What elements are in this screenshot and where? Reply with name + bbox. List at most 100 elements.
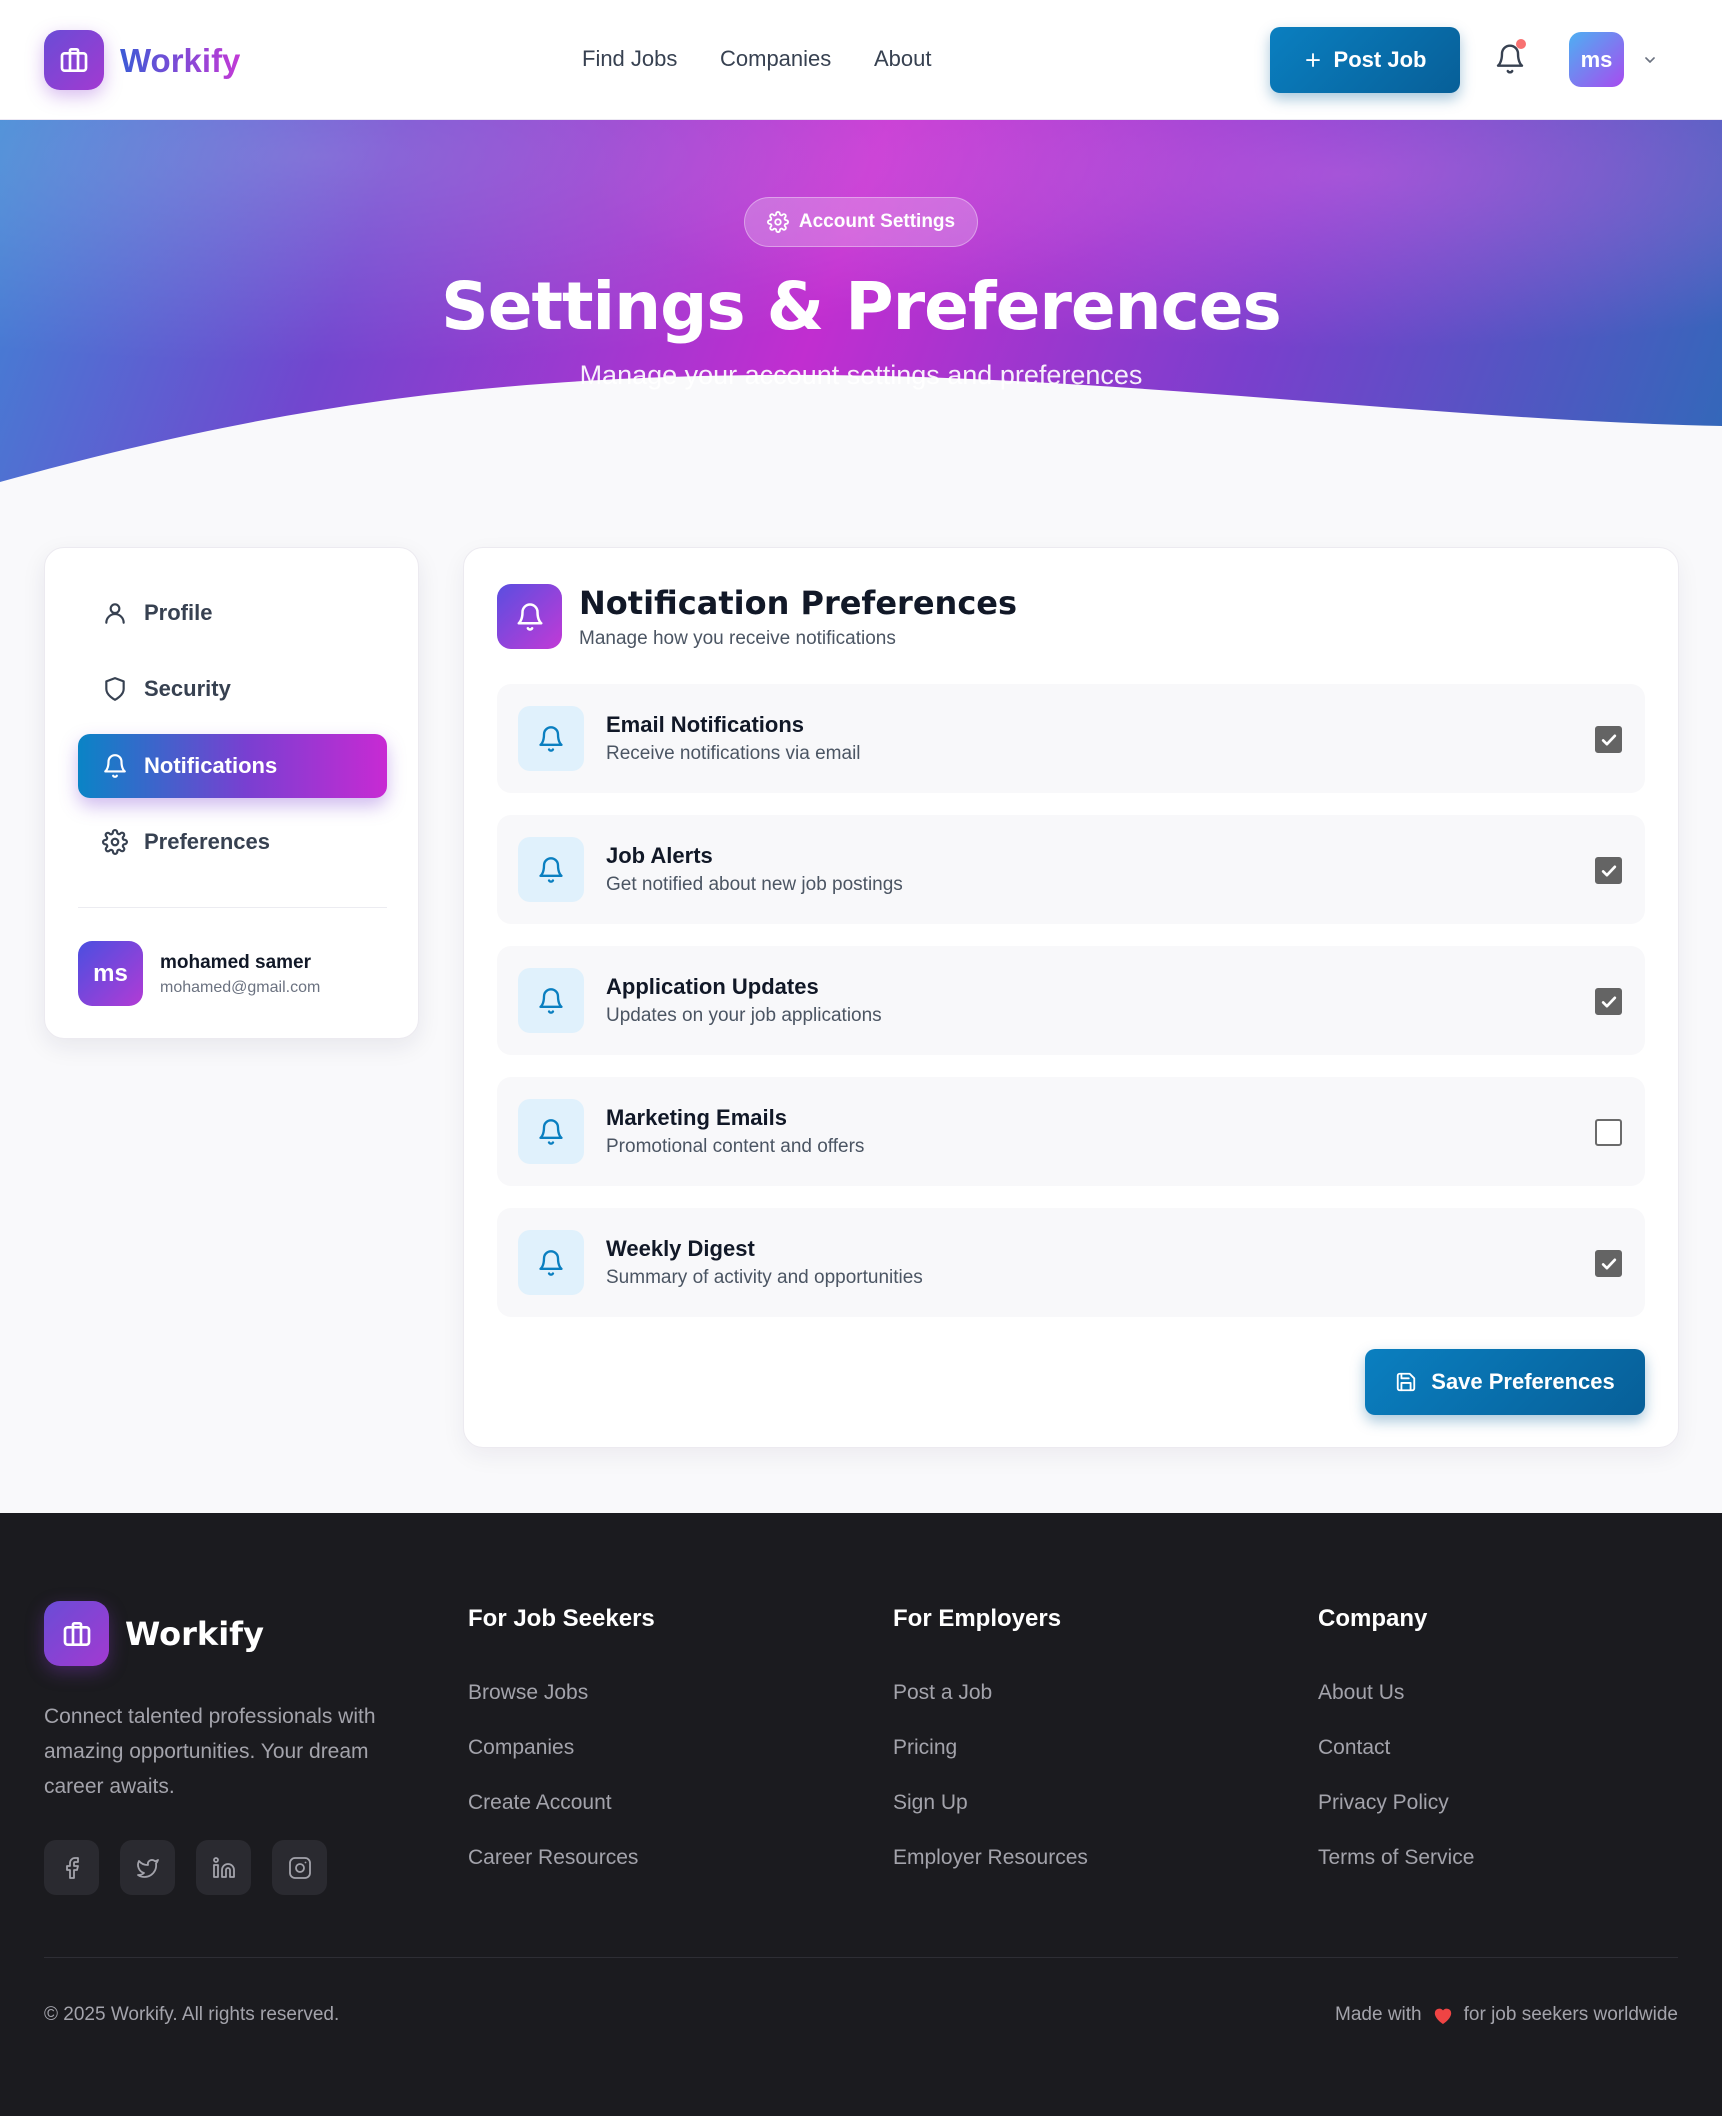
account-settings-pill: Account Settings bbox=[744, 197, 978, 247]
footer-link-sign-up[interactable]: Sign Up bbox=[893, 1791, 968, 1815]
sidebar-item-label: Preferences bbox=[144, 829, 270, 854]
post-job-label: Post Job bbox=[1333, 47, 1427, 72]
save-preferences-label: Save Preferences bbox=[1431, 1369, 1615, 1394]
footer-link-career-resources[interactable]: Career Resources bbox=[468, 1846, 638, 1870]
sidebar-item-label: Profile bbox=[144, 600, 213, 625]
footer-link-create-account[interactable]: Create Account bbox=[468, 1791, 612, 1815]
footer-link-post-a-job[interactable]: Post a Job bbox=[893, 1681, 992, 1705]
save-preferences-button[interactable]: Save Preferences bbox=[1365, 1349, 1645, 1415]
list-item: Application Updates Updates on your job … bbox=[497, 946, 1645, 1055]
sidebar-item-security[interactable]: Security bbox=[78, 657, 387, 721]
notification-bell-icon[interactable] bbox=[1494, 39, 1526, 76]
user-avatar[interactable]: ms bbox=[1569, 32, 1624, 87]
list-item: Job Alerts Get notified about new job po… bbox=[497, 815, 1645, 924]
bell-icon bbox=[104, 754, 126, 778]
plus-icon bbox=[1305, 53, 1320, 67]
twitter-icon[interactable] bbox=[120, 1840, 175, 1895]
item-description: Promotional content and offers bbox=[606, 1136, 865, 1157]
item-description: Get notified about new job postings bbox=[606, 874, 903, 895]
made-with-prefix: Made with bbox=[1335, 2004, 1422, 2025]
checkmark-icon bbox=[1601, 734, 1616, 745]
footer-link-about-us[interactable]: About Us bbox=[1318, 1681, 1404, 1705]
user-email: mohamed@gmail.com bbox=[160, 979, 321, 996]
list-item: Marketing Emails Promotional content and… bbox=[497, 1077, 1645, 1186]
bell-icon bbox=[497, 584, 562, 649]
user-name: mohamed samer bbox=[160, 952, 312, 973]
briefcase-logo-icon[interactable] bbox=[44, 1601, 109, 1666]
instagram-icon[interactable] bbox=[272, 1840, 327, 1895]
sidebar-item-profile[interactable]: Profile bbox=[78, 581, 387, 645]
footer-link-pricing[interactable]: Pricing bbox=[893, 1736, 957, 1760]
made-with-suffix: for job seekers worldwide bbox=[1463, 2004, 1678, 2025]
notification-dot bbox=[1516, 39, 1526, 49]
item-description: Receive notifications via email bbox=[606, 743, 861, 764]
footer-heading-employers: For Employers bbox=[893, 1605, 1062, 1632]
brand-name[interactable]: Workify bbox=[120, 42, 240, 80]
footer-heading-job-seekers: For Job Seekers bbox=[468, 1605, 655, 1632]
checkmark-icon bbox=[1601, 996, 1616, 1007]
bell-icon bbox=[518, 968, 584, 1033]
copyright-text: © 2025 Workify. All rights reserved. bbox=[44, 2004, 340, 2025]
sidebar-item-label: Notifications bbox=[144, 753, 278, 778]
item-description: Updates on your job applications bbox=[606, 1005, 882, 1026]
footer-link-employer-resources[interactable]: Employer Resources bbox=[893, 1846, 1088, 1870]
footer-link-contact[interactable]: Contact bbox=[1318, 1736, 1390, 1760]
made-with-text: Made with for job seekers worldwide bbox=[1335, 2004, 1678, 2026]
footer-link-companies[interactable]: Companies bbox=[468, 1736, 574, 1760]
bell-icon bbox=[518, 837, 584, 902]
footer-link-privacy-policy[interactable]: Privacy Policy bbox=[1318, 1791, 1449, 1815]
top-navbar: Workify Find Jobs Companies About Post J… bbox=[0, 0, 1722, 120]
notification-preferences-card: Notification Preferences Manage how you … bbox=[463, 547, 1679, 1448]
checkmark-icon bbox=[1601, 865, 1616, 876]
footer-heading-company: Company bbox=[1318, 1605, 1428, 1632]
item-title: Application Updates bbox=[606, 974, 819, 999]
item-title: Marketing Emails bbox=[606, 1105, 787, 1130]
list-item: Weekly Digest Summary of activity and op… bbox=[497, 1208, 1645, 1317]
bell-icon bbox=[518, 706, 584, 771]
user-icon bbox=[105, 603, 125, 624]
item-title: Email Notifications bbox=[606, 712, 805, 737]
sidebar-item-label: Security bbox=[144, 676, 231, 701]
gear-icon bbox=[766, 211, 789, 233]
heart-icon bbox=[1434, 2008, 1451, 2025]
email-notifications-checkbox[interactable] bbox=[1595, 726, 1622, 753]
footer-divider bbox=[44, 1957, 1678, 1958]
list-item: Email Notifications Receive notification… bbox=[497, 684, 1645, 793]
briefcase-logo-icon[interactable] bbox=[44, 30, 104, 90]
post-job-button[interactable]: Post Job bbox=[1270, 27, 1460, 93]
settings-sidebar: Profile Security Notifications Preferenc… bbox=[44, 547, 419, 1039]
nav-find-jobs[interactable]: Find Jobs bbox=[582, 46, 677, 72]
nav-about[interactable]: About bbox=[874, 46, 932, 72]
sidebar-divider bbox=[78, 907, 387, 908]
checkmark-icon bbox=[1601, 1258, 1616, 1269]
application-updates-checkbox[interactable] bbox=[1595, 988, 1622, 1015]
job-alerts-checkbox[interactable] bbox=[1595, 857, 1622, 884]
weekly-digest-checkbox[interactable] bbox=[1595, 1250, 1622, 1277]
footer-brand[interactable]: Workify bbox=[125, 1615, 264, 1653]
sidebar-item-notifications[interactable]: Notifications bbox=[78, 734, 387, 798]
item-title: Weekly Digest bbox=[606, 1236, 755, 1261]
linkedin-icon[interactable] bbox=[196, 1840, 251, 1895]
item-title: Job Alerts bbox=[606, 843, 713, 868]
facebook-icon[interactable] bbox=[44, 1840, 99, 1895]
footer-link-terms-of-service[interactable]: Terms of Service bbox=[1318, 1846, 1474, 1870]
footer-tagline: Connect talented professionals with amaz… bbox=[44, 1705, 376, 1798]
shield-icon bbox=[105, 677, 125, 701]
marketing-emails-checkbox[interactable] bbox=[1595, 1119, 1622, 1146]
page-title: Settings & Preferences bbox=[441, 268, 1282, 345]
sidebar-item-preferences[interactable]: Preferences bbox=[78, 810, 387, 874]
section-subtitle: Manage how you receive notifications bbox=[579, 628, 896, 649]
bell-icon bbox=[518, 1099, 584, 1164]
chevron-down-icon[interactable] bbox=[1642, 52, 1658, 68]
item-description: Summary of activity and opportunities bbox=[606, 1267, 923, 1288]
gear-icon bbox=[102, 829, 128, 855]
account-settings-label: Account Settings bbox=[798, 211, 956, 232]
site-footer: Workify Connect talented professionals w… bbox=[0, 1513, 1722, 2116]
bell-icon bbox=[518, 1230, 584, 1295]
footer-link-browse-jobs[interactable]: Browse Jobs bbox=[468, 1681, 588, 1705]
avatar: ms bbox=[78, 941, 143, 1006]
hero-banner: Account Settings Settings & Preferences … bbox=[0, 120, 1722, 482]
nav-companies[interactable]: Companies bbox=[720, 46, 831, 72]
page-subtitle: Manage your account settings and prefere… bbox=[579, 360, 1143, 390]
save-icon bbox=[1397, 1372, 1416, 1392]
